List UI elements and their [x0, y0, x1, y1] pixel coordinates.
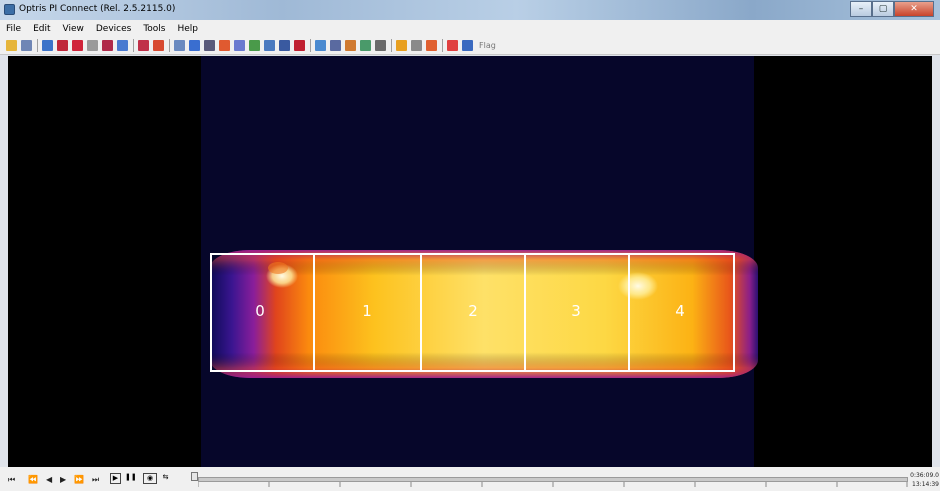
toolbar-separator [310, 39, 311, 52]
zone-label-3: 3 [571, 302, 581, 320]
text-icon[interactable] [411, 40, 422, 51]
current-time: 0:36:09.0 [910, 472, 939, 479]
toolbar: Flag [0, 37, 940, 55]
fast-forward-button[interactable]: ⏩ [74, 475, 84, 484]
skip-end-button[interactable]: ⏭ [92, 475, 99, 485]
close-button[interactable]: ✕ [894, 1, 934, 17]
pause-button[interactable]: ❚❚ [125, 473, 137, 484]
camera-icon[interactable] [204, 40, 215, 51]
thermal-view[interactable]: 0 1 2 3 4 [8, 56, 932, 467]
loop-button[interactable]: ⇆ [160, 473, 171, 484]
chart-icon[interactable] [249, 40, 260, 51]
grid-icon[interactable] [279, 40, 290, 51]
zone-label-0: 0 [255, 302, 265, 320]
window-controls: – ▢ ✕ [850, 1, 934, 18]
save-icon[interactable] [21, 40, 32, 51]
step-forward-button[interactable]: ▶ [60, 475, 66, 484]
title-bar: Optris PI Connect (Rel. 2.5.2115.0) – ▢ … [0, 0, 940, 20]
tools-icon[interactable] [375, 40, 386, 51]
zone-divider [313, 253, 315, 372]
zoom-icon[interactable] [330, 40, 341, 51]
layout-icon[interactable] [138, 40, 149, 51]
compare-icon[interactable] [360, 40, 371, 51]
palette-icon[interactable] [396, 40, 407, 51]
timeline-ticks [198, 482, 908, 487]
snapshot-icon[interactable] [102, 40, 113, 51]
zone-divider [524, 253, 526, 372]
zone-label-4: 4 [675, 302, 685, 320]
menu-tools[interactable]: Tools [137, 24, 171, 34]
record-icon[interactable] [87, 40, 98, 51]
menu-help[interactable]: Help [172, 24, 205, 34]
document-icon[interactable] [174, 40, 185, 51]
menu-bar: File Edit View Devices Tools Help [0, 20, 940, 37]
dots-icon[interactable] [294, 40, 305, 51]
open-icon[interactable] [6, 40, 17, 51]
layout3-icon[interactable] [345, 40, 356, 51]
menu-view[interactable]: View [57, 24, 90, 34]
toolbar-separator [37, 39, 38, 52]
app-icon [4, 4, 15, 15]
color-icon[interactable] [426, 40, 437, 51]
rewind-button[interactable]: ⏪ [28, 475, 38, 484]
toolbar-separator [133, 39, 134, 52]
fit-icon[interactable] [315, 40, 326, 51]
play-icon[interactable] [42, 40, 53, 51]
zone-label-2: 2 [468, 302, 478, 320]
alarm-icon[interactable] [447, 40, 458, 51]
playback-bar: ⏮ ⏪ ◀ ▶ ⏩ ⏭ ▶ ❚❚ ◉ ⇆ 0:36:09.0 13:14:39 [0, 467, 940, 491]
record-button[interactable]: ◉ [143, 473, 157, 484]
zone-divider [628, 253, 630, 372]
copy-icon[interactable] [117, 40, 128, 51]
skip-start-button[interactable]: ⏮ [8, 475, 15, 485]
flag-icon[interactable] [462, 40, 473, 51]
toolbar-separator [391, 39, 392, 52]
window-title: Optris PI Connect (Rel. 2.5.2115.0) [19, 4, 176, 14]
menu-devices[interactable]: Devices [90, 24, 137, 34]
pause-icon[interactable] [57, 40, 68, 51]
stop-icon[interactable] [72, 40, 83, 51]
toolbar-separator [442, 39, 443, 52]
toolbar-separator [169, 39, 170, 52]
step-back-button[interactable]: ◀ [46, 475, 52, 484]
clock-time: 13:14:39 [912, 481, 939, 488]
measure-icon[interactable] [219, 40, 230, 51]
menu-file[interactable]: File [0, 24, 27, 34]
flag-button[interactable]: Flag [479, 41, 496, 50]
minimize-button[interactable]: – [850, 1, 872, 17]
menu-edit[interactable]: Edit [27, 24, 56, 34]
profile-icon[interactable] [234, 40, 245, 51]
layout2-icon[interactable] [153, 40, 164, 51]
maximize-button[interactable]: ▢ [872, 1, 894, 17]
timeline-slider-handle[interactable] [191, 472, 198, 481]
zone-divider [420, 253, 422, 372]
zone-label-1: 1 [362, 302, 372, 320]
play-button[interactable]: ▶ [110, 473, 121, 484]
histogram-icon[interactable] [189, 40, 200, 51]
chart2-icon[interactable] [264, 40, 275, 51]
